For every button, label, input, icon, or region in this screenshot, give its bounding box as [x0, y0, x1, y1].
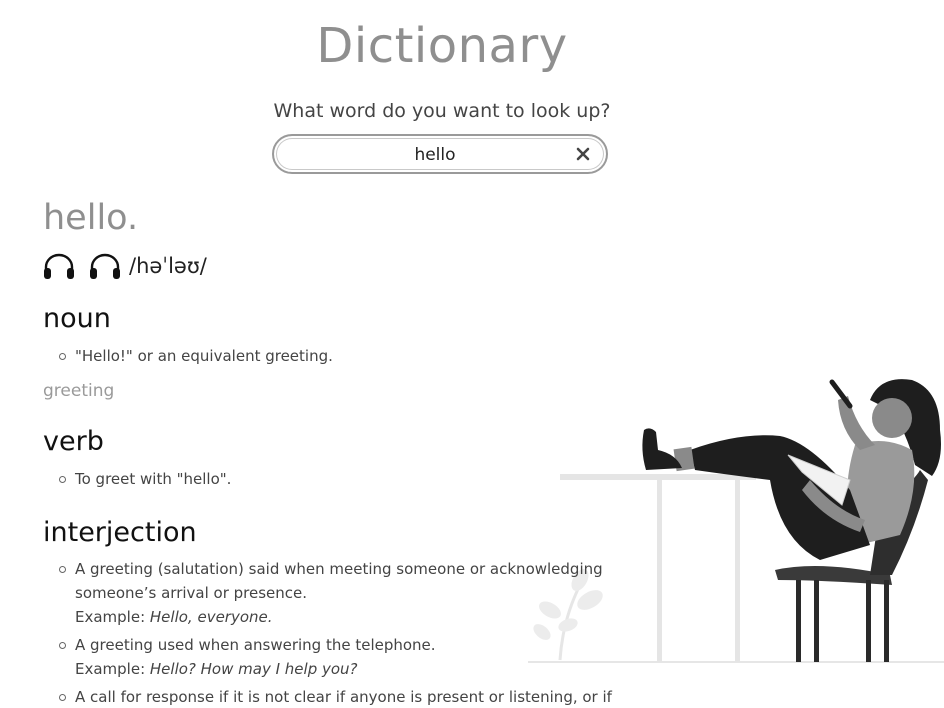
headword: hello.: [43, 198, 139, 238]
definition-item: To greet with "hello".: [43, 467, 613, 491]
definition-list-noun: "Hello!" or an equivalent greeting.: [43, 344, 613, 372]
example-text: Hello? How may I help you?: [149, 660, 358, 678]
definition-item: "Hello!" or an equivalent greeting.: [43, 344, 613, 368]
headphones-icon[interactable]: [89, 253, 121, 279]
dictionary-page: Dictionary What word do you want to look…: [0, 0, 944, 708]
search-prompt: What word do you want to look up?: [273, 100, 611, 122]
example-text: Hello, everyone.: [149, 608, 273, 626]
example-label: Example:: [75, 608, 150, 626]
part-of-speech-noun: noun: [43, 303, 111, 334]
part-of-speech-verb: verb: [43, 426, 104, 457]
definition-item: A greeting (salutation) said when meetin…: [43, 557, 613, 629]
definition-item: A greeting used when answering the telep…: [43, 633, 613, 681]
close-icon[interactable]: [574, 145, 592, 163]
example-label: Example:: [75, 660, 150, 678]
definition-text: "Hello!" or an equivalent greeting.: [75, 347, 333, 365]
phonetic-text: /həˈləʊ/: [129, 254, 207, 278]
headphones-icon[interactable]: [43, 253, 75, 279]
definition-list-interjection: A greeting (salutation) said when meetin…: [43, 557, 613, 708]
definition-list-verb: To greet with "hello".: [43, 467, 613, 495]
definition-text: A call for response if it is not clear i…: [75, 688, 612, 706]
app-title: Dictionary: [316, 18, 568, 74]
definition-text: A greeting used when answering the telep…: [75, 636, 436, 654]
definition-text: To greet with "hello".: [75, 470, 232, 488]
search-box: [272, 134, 608, 174]
search-input[interactable]: [288, 142, 582, 168]
pronunciation-row: /həˈləʊ/: [43, 252, 207, 280]
definition-item: A call for response if it is not clear i…: [43, 685, 613, 708]
part-of-speech-interjection: interjection: [43, 517, 197, 548]
definition-text: A greeting (salutation) said when meetin…: [75, 560, 603, 602]
synonym-link[interactable]: greeting: [43, 381, 114, 401]
